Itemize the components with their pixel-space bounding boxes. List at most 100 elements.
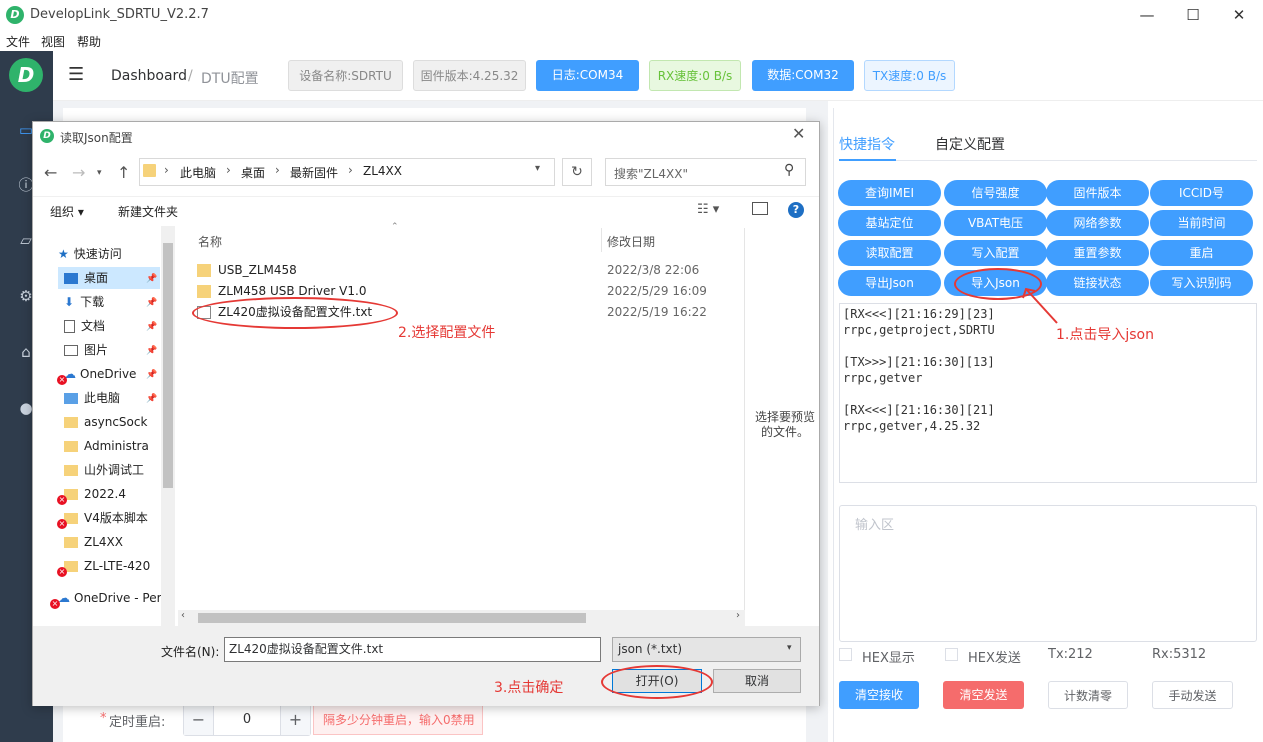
tree-desktop[interactable]: 桌面 [58, 267, 160, 289]
recent-chevron-icon[interactable]: ▾ [97, 168, 102, 178]
tree-zl4xx[interactable]: ZL4XX [64, 531, 123, 553]
file-date: 2022/5/29 16:09 [607, 284, 707, 298]
data-port-button[interactable]: 数据:COM32 [752, 60, 854, 91]
preview-divider [744, 228, 745, 628]
column-date-header[interactable]: 修改日期 [607, 233, 655, 250]
tree-asyncsock[interactable]: asyncSock [64, 411, 147, 433]
organize-button[interactable]: 组织 ▾ [50, 203, 84, 220]
cmd-reboot[interactable]: 重启 [1150, 240, 1253, 266]
tab-custom-config[interactable]: 自定义配置 [935, 134, 1005, 154]
crumb-this-pc[interactable]: 此电脑 [180, 164, 216, 181]
send-input[interactable] [839, 505, 1257, 642]
menu-file[interactable]: 文件 [6, 33, 30, 50]
tree-zl-lte-420[interactable]: ZL-LTE-420 [64, 555, 150, 577]
dialog-close-icon[interactable]: ✕ [792, 124, 805, 143]
column-name-header[interactable]: 名称 [198, 233, 222, 250]
hex-send-checkbox[interactable] [945, 648, 958, 661]
cmd-reset-params[interactable]: 重置参数 [1046, 240, 1149, 266]
tree-onedrive[interactable]: ☁ OneDrive [64, 363, 136, 385]
pin-icon[interactable]: 📌 [146, 274, 157, 284]
chevron-down-icon[interactable]: ▾ [787, 643, 792, 653]
filename-label: 文件名(N): [161, 645, 220, 659]
required-star: * [100, 711, 107, 726]
tree-quick-access[interactable]: ★ 快速访问 [58, 243, 122, 265]
new-folder-button[interactable]: 新建文件夹 [118, 203, 178, 220]
pin-icon[interactable]: 📌 [146, 322, 157, 332]
annotation-ellipse-file [192, 297, 398, 329]
crumb-latest-firmware[interactable]: 最新固件 [290, 164, 338, 181]
help-icon[interactable]: ? [788, 202, 804, 218]
cmd-write-id[interactable]: 写入识别码 [1150, 270, 1253, 296]
refresh-icon[interactable]: ↻ [562, 158, 592, 186]
breadcrumb-home[interactable]: Dashboard [111, 68, 187, 84]
tree-documents[interactable]: 文档 [64, 315, 105, 337]
scroll-right-icon[interactable]: › [736, 610, 740, 621]
hex-show-checkbox[interactable] [839, 648, 852, 661]
close-window-button[interactable]: ✕ [1216, 0, 1262, 30]
app-logo-icon: D [6, 6, 24, 24]
address-dropdown-icon[interactable]: ▾ [535, 163, 540, 174]
maximize-button[interactable]: ☐ [1170, 0, 1216, 30]
file-row[interactable]: USB_ZLM458 [197, 260, 297, 281]
tab-quick-commands[interactable]: 快捷指令 [839, 134, 895, 154]
cmd-signal[interactable]: 信号强度 [944, 180, 1047, 206]
up-arrow-icon[interactable]: ↑ [117, 163, 130, 182]
back-arrow-icon[interactable]: ← [44, 163, 57, 182]
manual-send-button[interactable]: 手动发送 [1152, 681, 1233, 709]
clear-send-button[interactable]: 清空发送 [943, 681, 1024, 709]
crumb-chevron-icon: › [164, 163, 169, 177]
list-hscroll-thumb[interactable] [198, 613, 586, 623]
minimize-button[interactable]: — [1124, 0, 1170, 30]
cmd-firmware[interactable]: 固件版本 [1046, 180, 1149, 206]
cmd-write-config[interactable]: 写入配置 [944, 240, 1047, 266]
filetype-select[interactable]: json (*.txt) [612, 637, 801, 662]
search-icon[interactable]: ⚲ [784, 162, 794, 178]
tree-pictures[interactable]: 图片 [64, 339, 108, 361]
tree-2022-4[interactable]: 2022.4 [64, 483, 126, 505]
reset-count-button[interactable]: 计数清零 [1048, 681, 1128, 709]
firmware-badge: 固件版本:4.25.32 [413, 60, 526, 91]
tree-v4-scripts[interactable]: V4版本脚本 [64, 507, 148, 529]
cancel-button[interactable]: 取消 [713, 669, 801, 693]
filename-input[interactable]: ZL420虚拟设备配置文件.txt [224, 637, 601, 662]
menu-view[interactable]: 视图 [41, 33, 65, 50]
tree-this-pc[interactable]: 此电脑 [64, 387, 120, 409]
pin-icon[interactable]: 📌 [146, 394, 157, 404]
cmd-link-status[interactable]: 链接状态 [1046, 270, 1149, 296]
cmd-vbat[interactable]: VBAT电压 [944, 210, 1047, 236]
menu-help[interactable]: 帮助 [77, 33, 101, 50]
tree-scroll-thumb[interactable] [163, 243, 173, 488]
scroll-left-icon[interactable]: ‹ [181, 610, 185, 621]
cmd-network[interactable]: 网络参数 [1046, 210, 1149, 236]
rx-count: Rx:5312 [1152, 647, 1207, 662]
hex-show-label: HEX显示 [862, 651, 915, 666]
tx-speed-badge: TX速度:0 B/s [864, 60, 955, 91]
view-options-icon[interactable]: ☷ ▾ [697, 202, 719, 217]
cmd-iccid[interactable]: ICCID号 [1150, 180, 1253, 206]
cmd-query-imei[interactable]: 查询IMEI [838, 180, 941, 206]
stepper-value[interactable]: 0 [214, 712, 280, 727]
rx-speed-badge: RX速度:0 B/s [649, 60, 741, 91]
pin-icon[interactable]: 📌 [146, 298, 157, 308]
cmd-time[interactable]: 当前时间 [1150, 210, 1253, 236]
preview-pane-icon[interactable] [752, 202, 768, 215]
menu-toggle-icon[interactable]: ☰ [68, 64, 84, 85]
cmd-export-json[interactable]: 导出Json [838, 270, 941, 296]
pin-icon[interactable]: 📌 [146, 346, 157, 356]
tree-onedrive-personal[interactable]: ☁ OneDrive - Per [58, 587, 162, 609]
log-output[interactable]: [RX<<<][21:16:29][23] rrpc,getproject,SD… [839, 303, 1257, 483]
forward-arrow-icon[interactable]: → [72, 163, 85, 182]
pin-icon[interactable]: 📌 [146, 370, 157, 380]
crumb-zl4xx[interactable]: ZL4XX [363, 164, 402, 178]
clear-receive-button[interactable]: 清空接收 [839, 681, 919, 709]
sync-error-icon: × [57, 495, 67, 505]
cmd-read-config[interactable]: 读取配置 [838, 240, 941, 266]
tree-shanwai[interactable]: 山外调试工 [64, 459, 144, 481]
cmd-cell-location[interactable]: 基站定位 [838, 210, 941, 236]
crumb-desktop[interactable]: 桌面 [241, 164, 265, 181]
stepper-plus-button[interactable]: + [280, 705, 310, 735]
log-port-button[interactable]: 日志:COM34 [536, 60, 639, 91]
stepper-minus-button[interactable]: − [184, 705, 214, 735]
tree-downloads[interactable]: ⬇ 下载 [64, 291, 104, 313]
tree-administrator[interactable]: Administra [64, 435, 149, 457]
